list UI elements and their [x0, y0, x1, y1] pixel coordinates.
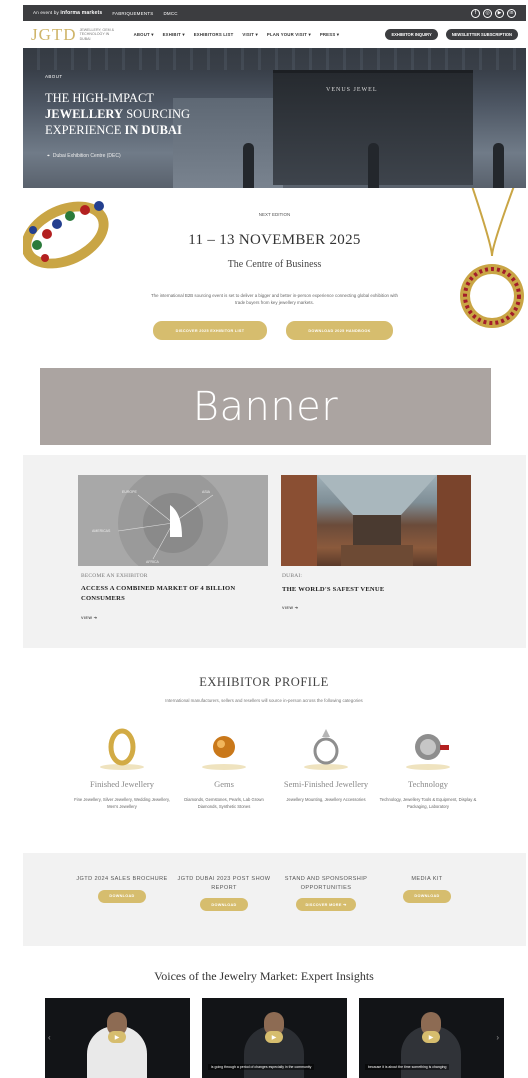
technology-icon — [398, 723, 458, 773]
world-market-image[interactable]: EUROPE ASIA AMERICAS AFRICA — [78, 475, 268, 566]
download-sponsorship: STAND AND SPONSORSHIP OPPORTUNITIES DISC… — [271, 875, 381, 911]
video-caption: is going through a period of changes esp… — [208, 1064, 315, 1070]
visitor-figure — [243, 143, 254, 188]
discover-more-button[interactable]: DISCOVER MORE ➔ — [296, 898, 356, 911]
hero-title: THE HIGH-IMPACT JEWELLERY SOURCING EXPER… — [45, 91, 191, 137]
logo-subtitle: JEWELLERY, GEM & TECHNOLOGY IN DUBAI — [79, 28, 114, 41]
facebook-icon[interactable]: f — [471, 8, 480, 18]
video-caption: because it is about the time something i… — [365, 1064, 450, 1070]
hero-location: ⌖ Dubai Exhibition Centre (DEC) — [47, 153, 121, 159]
download-media-kit: MEDIA KIT DOWNLOAD — [372, 875, 482, 903]
map-label: AMERICAS — [92, 529, 111, 533]
visitor-figure — [493, 143, 504, 188]
nav-exhibitors-list[interactable]: EXHIBITORS LIST — [194, 32, 234, 38]
category-semi-finished-jewellery[interactable]: Semi-Finished Jewellery Jewellery Mounti… — [276, 723, 376, 803]
next-arrow-icon[interactable]: › — [496, 1033, 499, 1042]
video-thumbnail[interactable]: ‹ ▶ — [45, 998, 190, 1078]
card-view-link[interactable]: VIEW ➔ — [282, 605, 298, 610]
card-title[interactable]: THE WORLD'S SAFEST VENUE — [282, 585, 472, 595]
profile-title: EXHIBITOR PROFILE — [199, 675, 329, 689]
download-button[interactable]: DOWNLOAD — [200, 898, 248, 911]
downloads-section: JGTD 2024 SALES BROCHURE DOWNLOAD JGTD D… — [23, 853, 526, 946]
linkedin-icon[interactable]: in — [507, 8, 516, 18]
exhibitor-inquiry-button[interactable]: EXHIBITOR INQUIRY — [385, 29, 438, 40]
nav-press[interactable]: PRESS ▾ — [320, 32, 339, 38]
nav-visit[interactable]: VISIT ▾ — [242, 32, 258, 38]
finished-jewellery-icon — [92, 723, 152, 773]
hero-section: VENUS JEWEL ABOUT THE HIGH-IMPACT JEWELL… — [23, 48, 526, 188]
profile-description: International manufacturers, sellers and… — [165, 698, 363, 703]
voices-title: Voices of the Jewelry Market: Expert Ins… — [154, 969, 374, 983]
edition-description: The international B2B sourcing event is … — [150, 293, 398, 305]
play-icon[interactable]: ▶ — [422, 1031, 440, 1043]
category-technology[interactable]: Technology Technology, Jewellery Tools &… — [378, 723, 478, 810]
map-label: AFRICA — [146, 560, 160, 564]
market-map-graphic: EUROPE ASIA AMERICAS AFRICA — [92, 475, 228, 566]
logo-mark: JGTD — [31, 24, 77, 44]
nav-about[interactable]: ABOUT ▾ — [134, 32, 154, 38]
informa-brand[interactable]: An event by informa markets — [33, 10, 102, 16]
card-title[interactable]: ACCESS A COMBINED MARKET OF 4 BILLION CO… — [81, 584, 271, 604]
card-kicker: DUBAI: — [282, 573, 303, 579]
edition-subtitle: The Centre of Business — [227, 259, 322, 270]
instagram-icon[interactable]: ◎ — [483, 8, 492, 18]
top-bar: An event by informa markets FABRIQUEMENT… — [23, 5, 526, 21]
dubai-venue-image[interactable] — [281, 475, 471, 566]
download-button[interactable]: DOWNLOAD — [403, 889, 451, 903]
booth-sign: VENUS JEWEL — [326, 87, 378, 93]
youtube-icon[interactable]: ▶ — [495, 8, 504, 18]
visitor-figure — [368, 143, 379, 188]
ring-mounting-icon — [296, 723, 356, 773]
nav-exhibit[interactable]: EXHIBIT ▾ — [163, 32, 185, 38]
play-icon[interactable]: ▶ — [265, 1031, 283, 1043]
download-post-show-report: JGTD DUBAI 2023 POST SHOW REPORT DOWNLOA… — [169, 875, 279, 911]
partner-logo: FABRIQUEMENTS — [112, 10, 154, 16]
newsletter-subscription-button[interactable]: NEWSLETTER SUBSCRIPTION — [445, 29, 518, 40]
edition-date: 11 – 13 NOVEMBER 2025 — [188, 232, 361, 248]
card-kicker: BECOME AN EXHIBITOR — [81, 573, 148, 579]
banner-placeholder[interactable]: Banner — [40, 368, 491, 445]
gem-icon — [194, 723, 254, 773]
jgtd-logo[interactable]: JGTD JEWELLERY, GEM & TECHNOLOGY IN DUBA… — [31, 25, 120, 45]
play-icon[interactable]: ▶ — [108, 1031, 126, 1043]
hall-ceiling — [23, 48, 526, 70]
download-sales-brochure: JGTD 2024 SALES BROCHURE DOWNLOAD — [67, 875, 177, 903]
map-label: EUROPE — [122, 490, 137, 494]
nav-plan-your-visit[interactable]: PLAN YOUR VISIT ▾ — [267, 32, 311, 38]
hero-label: ABOUT — [45, 74, 63, 79]
feature-cards-section: EUROPE ASIA AMERICAS AFRICA BECOME AN EX… — [23, 455, 526, 648]
video-thumbnail[interactable]: ▶ is going through a period of changes e… — [202, 998, 347, 1078]
dmcc-logo: DMCC — [163, 10, 178, 16]
category-finished-jewellery[interactable]: Finished Jewellery Fine Jewellery, Silve… — [72, 723, 172, 810]
card-view-link[interactable]: VIEW ➔ — [81, 615, 97, 620]
next-edition-section: NEXT EDITION 11 – 13 NOVEMBER 2025 The C… — [23, 188, 526, 360]
venue-graphic — [281, 475, 471, 566]
main-nav: JGTD JEWELLERY, GEM & TECHNOLOGY IN DUBA… — [23, 21, 526, 48]
banner-text: Banner — [192, 383, 339, 430]
discover-exhibitor-list-button[interactable]: DISCOVER 2025 EXHIBITOR LIST — [153, 321, 267, 340]
video-thumbnail[interactable]: ▶ because it is about the time something… — [359, 998, 504, 1078]
edition-kicker: NEXT EDITION — [258, 212, 291, 217]
prev-arrow-icon[interactable]: ‹ — [48, 1033, 51, 1042]
category-gems[interactable]: Gems Diamonds, Gemstones, Pearls, Lab Gr… — [174, 723, 274, 810]
download-handbook-button[interactable]: DOWNLOAD 2025 HANDBOOK — [286, 321, 393, 340]
map-label: ASIA — [202, 490, 211, 494]
download-button[interactable]: DOWNLOAD — [98, 889, 146, 903]
location-pin-icon: ⌖ — [47, 153, 50, 159]
